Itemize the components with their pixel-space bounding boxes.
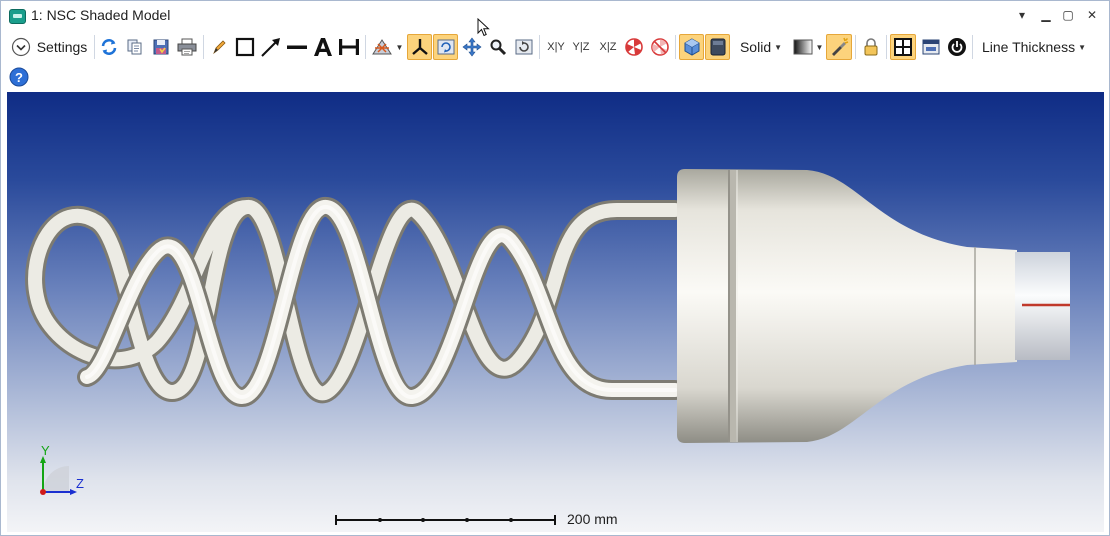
- power-icon: [948, 38, 966, 56]
- copy-icon: [127, 39, 142, 55]
- app-icon: [9, 9, 26, 24]
- toolbar-separator: [886, 35, 887, 59]
- axis-triad: [40, 456, 77, 495]
- chevron-down-icon: ▼: [774, 42, 783, 52]
- fan-off-icon: [651, 38, 669, 56]
- y-axis-label: Y: [41, 443, 50, 458]
- rotate-icon: [437, 39, 454, 55]
- toolbar-separator: [972, 35, 973, 59]
- chevron-down-icon: ▼: [395, 42, 404, 52]
- reset-view-icon: [515, 39, 533, 55]
- lamp-base: [677, 169, 1070, 443]
- toolbar-separator: [203, 35, 204, 59]
- view-xy-button[interactable]: X|Y: [544, 34, 568, 60]
- settings-button[interactable]: Settings: [7, 34, 91, 60]
- clear-rays-button[interactable]: [648, 34, 672, 60]
- move-icon: [462, 37, 482, 57]
- flashlight-icon: [832, 37, 849, 56]
- solid-mode-button[interactable]: [705, 34, 730, 60]
- maximize-button[interactable]: ▢: [1059, 7, 1077, 23]
- help-button[interactable]: ?: [8, 64, 30, 90]
- mouse-cursor-icon: [477, 18, 490, 37]
- rotate-view-button[interactable]: [433, 34, 458, 60]
- line-tool-button[interactable]: [285, 34, 309, 60]
- line-icon: [287, 45, 307, 49]
- scale-bar-label: 200 mm: [567, 511, 618, 527]
- chevron-down-icon: ▼: [815, 42, 824, 52]
- shaded-model-render: [25, 169, 1070, 525]
- lighting-button[interactable]: [826, 34, 852, 60]
- close-button[interactable]: ✕: [1083, 7, 1101, 23]
- power-button[interactable]: [945, 34, 969, 60]
- text-tool-button[interactable]: [311, 34, 335, 60]
- settings-label: Settings: [36, 39, 88, 55]
- magnifier-icon: [490, 39, 507, 56]
- toolbar-separator: [675, 35, 676, 59]
- scale-bar: [335, 515, 556, 525]
- nsc-shaded-model-window: 1: NSC Shaded Model ▾ ▁ ▢ ✕ Settings ▼ X…: [0, 0, 1110, 536]
- printer-icon: [177, 38, 197, 56]
- line-thickness-dropdown[interactable]: Line Thickness ▼: [977, 34, 1091, 60]
- copy-button[interactable]: [123, 34, 147, 60]
- view-xz-button[interactable]: X|Z: [596, 34, 620, 60]
- ray-source-icon: [371, 39, 392, 55]
- cube-icon: [684, 38, 699, 56]
- pencil-icon: [213, 40, 226, 55]
- help-glyph: ?: [15, 70, 23, 85]
- save-icon: [153, 39, 169, 55]
- dimension-icon: [339, 39, 359, 55]
- axis-view-button[interactable]: [407, 34, 432, 60]
- toolbar-separator: [539, 35, 540, 59]
- rectangle-tool-button[interactable]: [233, 34, 257, 60]
- refresh-icon: [101, 39, 117, 55]
- update-button[interactable]: [97, 34, 121, 60]
- render-mode-dropdown[interactable]: Solid ▼: [735, 34, 787, 60]
- grid-window-icon: [894, 38, 912, 56]
- print-button[interactable]: [175, 34, 199, 60]
- dimension-tool-button[interactable]: [337, 34, 361, 60]
- toolbar-separator: [94, 35, 95, 59]
- z-axis-label: Z: [76, 476, 84, 491]
- layout-button[interactable]: [890, 34, 916, 60]
- ray-trace-dropdown-button[interactable]: ▼: [369, 34, 405, 60]
- reset-view-button[interactable]: [512, 34, 536, 60]
- background-dropdown[interactable]: ▼: [791, 34, 825, 60]
- text-icon: [314, 38, 332, 56]
- shaded-mode-button[interactable]: [679, 34, 704, 60]
- help-icon: ?: [9, 67, 29, 87]
- axes-icon: [411, 39, 428, 55]
- pencil-tool-button[interactable]: [207, 34, 231, 60]
- window-menu-button[interactable]: ▾: [1013, 7, 1031, 23]
- gradient-icon: [793, 39, 813, 55]
- view-yz-button[interactable]: Y|Z: [569, 34, 593, 60]
- chevron-down-icon: ▼: [1078, 42, 1087, 52]
- toolbar-separator: [855, 35, 856, 59]
- chevron-down-circle-icon: [11, 37, 30, 57]
- line-thickness-label: Line Thickness: [981, 39, 1076, 55]
- coil-filament: [25, 197, 685, 408]
- lock-button[interactable]: [859, 34, 883, 60]
- toolbar-separator: [365, 35, 366, 59]
- save-button[interactable]: [149, 34, 173, 60]
- window-options-button[interactable]: [919, 34, 943, 60]
- lock-icon: [864, 38, 878, 56]
- fan-icon: [625, 38, 643, 56]
- window-title: 1: NSC Shaded Model: [31, 7, 171, 23]
- minimize-button[interactable]: ▁: [1037, 7, 1055, 23]
- arrow-tool-button[interactable]: [259, 34, 283, 60]
- window-icon: [922, 39, 940, 55]
- solid-block-icon: [710, 38, 725, 56]
- rectangle-icon: [235, 37, 255, 57]
- render-mode-label: Solid: [739, 39, 772, 55]
- ray-fan-button[interactable]: [622, 34, 646, 60]
- arrow-icon: [261, 38, 280, 57]
- title-bar: 1: NSC Shaded Model ▾ ▁ ▢ ✕: [1, 1, 1109, 30]
- 3d-viewport[interactable]: Y Z 200 mm: [7, 92, 1104, 532]
